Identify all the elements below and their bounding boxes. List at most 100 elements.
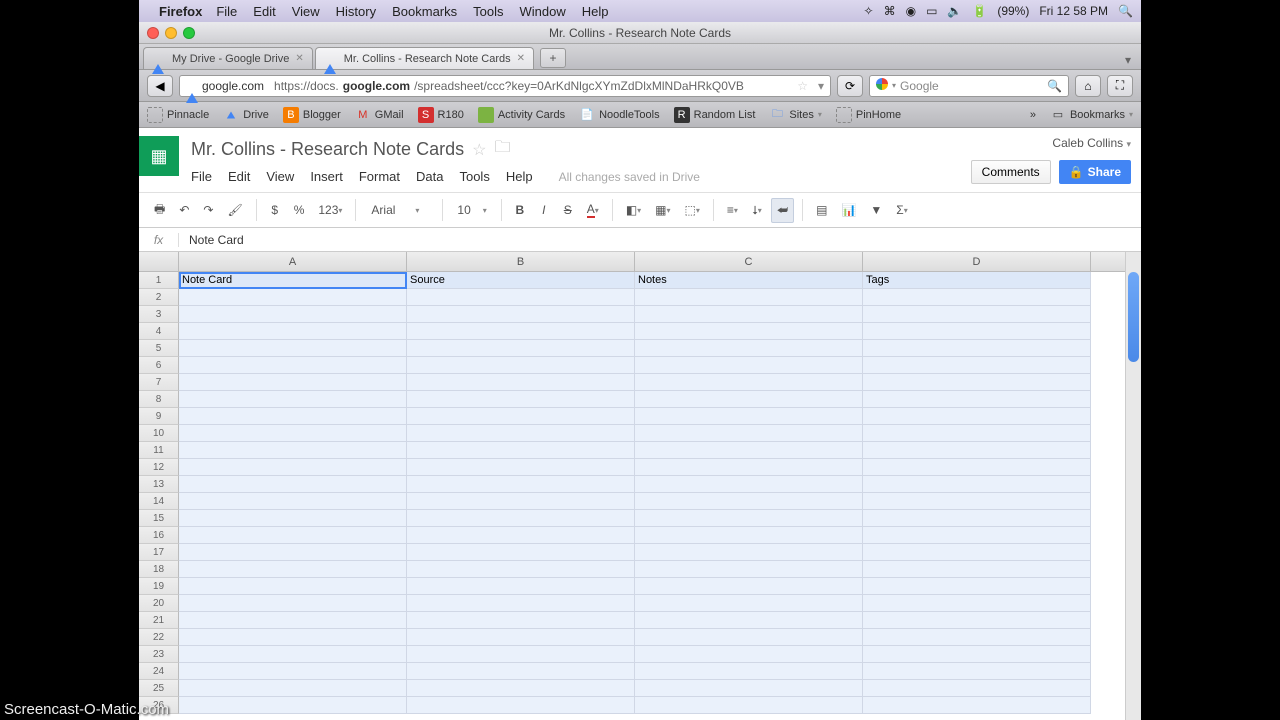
cell-D15[interactable] xyxy=(863,510,1091,527)
reload-button[interactable]: ⟳ xyxy=(837,75,863,97)
insert-chart-button[interactable]: 📊 xyxy=(836,199,861,221)
cell-A25[interactable] xyxy=(179,680,407,697)
cell-C16[interactable] xyxy=(635,527,863,544)
cell-D21[interactable] xyxy=(863,612,1091,629)
row-header[interactable]: 8 xyxy=(139,391,179,408)
strikethrough-button[interactable]: S xyxy=(558,199,578,221)
close-tab-icon[interactable]: ✕ xyxy=(295,53,303,64)
cell-D24[interactable] xyxy=(863,663,1091,680)
cell-A20[interactable] xyxy=(179,595,407,612)
cell-A7[interactable] xyxy=(179,374,407,391)
bookmark-random-list[interactable]: RRandom List xyxy=(674,107,756,123)
cell-C7[interactable] xyxy=(635,374,863,391)
cell-D17[interactable] xyxy=(863,544,1091,561)
cell-B4[interactable] xyxy=(407,323,635,340)
cell-C5[interactable] xyxy=(635,340,863,357)
cell-C25[interactable] xyxy=(635,680,863,697)
cell-C19[interactable] xyxy=(635,578,863,595)
cell-B11[interactable] xyxy=(407,442,635,459)
binoculars-icon[interactable]: ⌘ xyxy=(884,4,896,18)
paint-format-button[interactable]: 🖌 xyxy=(222,199,247,221)
cell-A6[interactable] xyxy=(179,357,407,374)
sheet-menu-tools[interactable]: Tools xyxy=(459,169,489,184)
cell-A26[interactable] xyxy=(179,697,407,714)
folder-icon[interactable]: 🗀 xyxy=(494,136,510,163)
menu-tools[interactable]: Tools xyxy=(473,4,503,19)
volume-icon[interactable]: 🔈 xyxy=(947,4,962,18)
cell-B22[interactable] xyxy=(407,629,635,646)
bookmarks-chevron[interactable]: » xyxy=(1030,109,1036,121)
cell-B19[interactable] xyxy=(407,578,635,595)
cell-C23[interactable] xyxy=(635,646,863,663)
cell-A10[interactable] xyxy=(179,425,407,442)
font-select[interactable]: Arial▾ xyxy=(364,199,434,221)
cell-D16[interactable] xyxy=(863,527,1091,544)
cell-B24[interactable] xyxy=(407,663,635,680)
cell-D4[interactable] xyxy=(863,323,1091,340)
cell-C10[interactable] xyxy=(635,425,863,442)
cell-D1[interactable]: Tags xyxy=(863,272,1091,289)
menu-edit[interactable]: Edit xyxy=(253,4,275,19)
search-field[interactable]: ▾ Google 🔍 xyxy=(869,75,1069,97)
sheet-menu-data[interactable]: Data xyxy=(416,169,443,184)
cell-A22[interactable] xyxy=(179,629,407,646)
cell-B12[interactable] xyxy=(407,459,635,476)
row-header[interactable]: 14 xyxy=(139,493,179,510)
cell-C8[interactable] xyxy=(635,391,863,408)
valign-button[interactable]: ⭣ ▾ xyxy=(747,199,767,222)
row-header[interactable]: 19 xyxy=(139,578,179,595)
column-header-b[interactable]: B xyxy=(407,252,635,271)
bookmark-pinhome[interactable]: PinHome xyxy=(836,107,901,123)
cell-B25[interactable] xyxy=(407,680,635,697)
cell-D3[interactable] xyxy=(863,306,1091,323)
cell-D25[interactable] xyxy=(863,680,1091,697)
document-title[interactable]: Mr. Collins - Research Note Cards xyxy=(191,139,464,160)
bookmarks-menu[interactable]: ▭Bookmarks▾ xyxy=(1050,107,1133,123)
cell-B15[interactable] xyxy=(407,510,635,527)
dropdown-icon[interactable]: ▾ xyxy=(818,79,824,93)
cell-C18[interactable] xyxy=(635,561,863,578)
cell-B10[interactable] xyxy=(407,425,635,442)
borders-button[interactable]: ▦ ▾ xyxy=(650,199,675,221)
italic-button[interactable]: I xyxy=(534,199,554,221)
percent-button[interactable]: % xyxy=(289,199,310,221)
cell-D18[interactable] xyxy=(863,561,1091,578)
cell-A9[interactable] xyxy=(179,408,407,425)
cell-C1[interactable]: Notes xyxy=(635,272,863,289)
bookmark-gmail[interactable]: MGMail xyxy=(355,107,404,123)
account-menu[interactable]: Caleb Collins ▾ xyxy=(1052,136,1131,150)
cell-A3[interactable] xyxy=(179,306,407,323)
cell-A17[interactable] xyxy=(179,544,407,561)
cell-A19[interactable] xyxy=(179,578,407,595)
cell-A24[interactable] xyxy=(179,663,407,680)
column-header-c[interactable]: C xyxy=(635,252,863,271)
bookmark-noodletools[interactable]: 📄NoodleTools xyxy=(579,107,660,123)
row-header[interactable]: 5 xyxy=(139,340,179,357)
cell-A4[interactable] xyxy=(179,323,407,340)
search-icon[interactable]: 🔍 xyxy=(1047,79,1062,93)
number-format-button[interactable]: 123 ▾ xyxy=(313,199,347,221)
row-header[interactable]: 24 xyxy=(139,663,179,680)
cell-B14[interactable] xyxy=(407,493,635,510)
share-button[interactable]: 🔒Share xyxy=(1059,160,1131,184)
bookmark-sites[interactable]: 🗀Sites▾ xyxy=(769,107,821,123)
cell-C17[interactable] xyxy=(635,544,863,561)
wrap-button[interactable]: ⮨ xyxy=(771,198,794,223)
cell-D20[interactable] xyxy=(863,595,1091,612)
sheet-menu-format[interactable]: Format xyxy=(359,169,400,184)
cell-B21[interactable] xyxy=(407,612,635,629)
cell-C15[interactable] xyxy=(635,510,863,527)
cell-D8[interactable] xyxy=(863,391,1091,408)
app-name[interactable]: Firefox xyxy=(159,4,202,19)
select-all-corner[interactable] xyxy=(139,252,179,271)
display-icon[interactable]: ▭ xyxy=(926,4,937,18)
clock[interactable]: Fri 12 58 PM xyxy=(1039,4,1108,18)
cell-C13[interactable] xyxy=(635,476,863,493)
sync-icon[interactable]: ✧ xyxy=(864,4,874,18)
cell-A16[interactable] xyxy=(179,527,407,544)
cell-D9[interactable] xyxy=(863,408,1091,425)
row-header[interactable]: 9 xyxy=(139,408,179,425)
new-tab-button[interactable]: + xyxy=(540,48,566,68)
star-icon[interactable]: ☆ xyxy=(472,140,486,160)
menu-bookmarks[interactable]: Bookmarks xyxy=(392,4,457,19)
